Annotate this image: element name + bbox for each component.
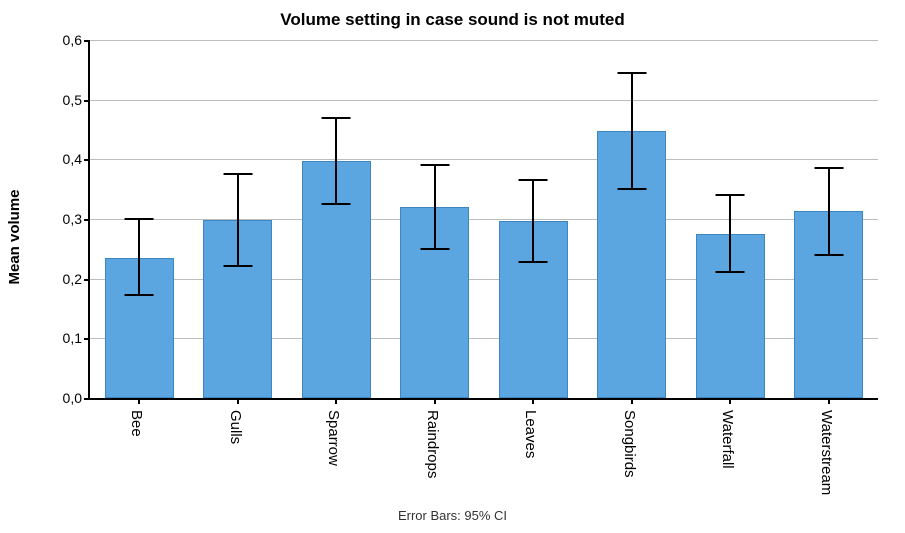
gridline xyxy=(90,159,878,160)
y-tick-label: 0,5 xyxy=(63,92,82,108)
y-tick-mark xyxy=(84,338,90,340)
error-cap xyxy=(716,194,745,196)
x-tick-mark xyxy=(828,398,830,404)
error-bar xyxy=(532,180,534,262)
y-tick-label: 0,1 xyxy=(63,330,82,346)
chart-footnote: Error Bars: 95% CI xyxy=(0,508,905,523)
error-bar xyxy=(138,219,140,295)
error-bar xyxy=(237,174,239,265)
error-cap xyxy=(519,179,548,181)
plot-area: 0,00,10,20,30,40,50,6BeeGullsSparrowRain… xyxy=(88,40,878,400)
x-tick-label: Waterstream xyxy=(818,410,835,495)
x-tick-mark xyxy=(434,398,436,404)
error-bar xyxy=(335,118,337,205)
x-tick-mark xyxy=(237,398,239,404)
error-cap xyxy=(814,254,843,256)
error-bar xyxy=(828,168,830,255)
y-tick-label: 0,3 xyxy=(63,211,82,227)
error-cap xyxy=(223,173,252,175)
y-tick-label: 0,4 xyxy=(63,151,82,167)
error-cap xyxy=(519,261,548,263)
x-tick-label: Gulls xyxy=(227,410,244,444)
error-cap xyxy=(322,117,351,119)
x-tick-label: Leaves xyxy=(522,410,539,458)
x-tick-mark xyxy=(532,398,534,404)
x-tick-mark xyxy=(729,398,731,404)
x-tick-label: Raindrops xyxy=(424,410,441,478)
error-bar xyxy=(729,195,731,271)
x-tick-mark xyxy=(138,398,140,404)
x-tick-label: Bee xyxy=(128,410,145,437)
y-tick-mark xyxy=(84,100,90,102)
x-tick-label: Sparrow xyxy=(325,410,342,466)
error-cap xyxy=(617,188,646,190)
y-tick-mark xyxy=(84,159,90,161)
x-tick-mark xyxy=(335,398,337,404)
error-cap xyxy=(322,203,351,205)
y-tick-mark xyxy=(84,40,90,42)
error-bar xyxy=(434,165,436,249)
y-tick-mark xyxy=(84,219,90,221)
y-tick-mark xyxy=(84,279,90,281)
error-cap xyxy=(223,265,252,267)
y-axis-label: Mean volume xyxy=(6,190,23,285)
x-tick-label: Waterfall xyxy=(719,410,736,469)
error-bar xyxy=(631,73,633,189)
error-cap xyxy=(420,248,449,250)
error-cap xyxy=(125,218,154,220)
y-tick-mark xyxy=(84,398,90,400)
error-cap xyxy=(617,72,646,74)
x-tick-label: Songbirds xyxy=(621,410,638,478)
chart-title: Volume setting in case sound is not mute… xyxy=(0,10,905,30)
error-cap xyxy=(420,164,449,166)
error-cap xyxy=(814,167,843,169)
y-tick-label: 0,6 xyxy=(63,32,82,48)
bar-chart: Volume setting in case sound is not mute… xyxy=(0,0,905,533)
y-tick-label: 0,0 xyxy=(63,390,82,406)
gridline xyxy=(90,40,878,41)
x-tick-mark xyxy=(631,398,633,404)
error-cap xyxy=(716,271,745,273)
y-tick-label: 0,2 xyxy=(63,271,82,287)
gridline xyxy=(90,100,878,101)
error-cap xyxy=(125,294,154,296)
